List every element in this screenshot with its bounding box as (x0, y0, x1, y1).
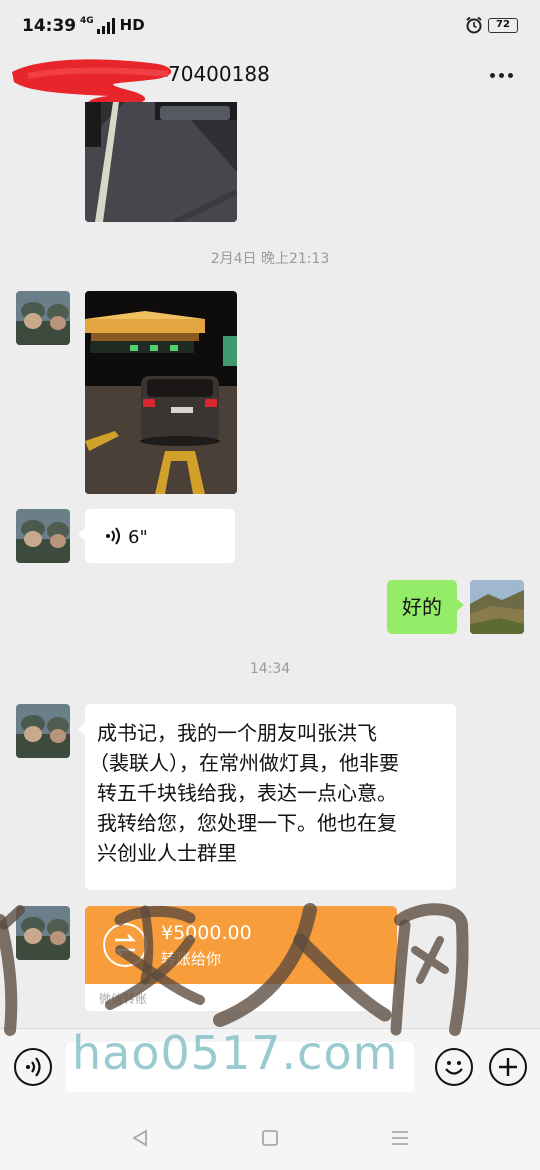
sent-message-text: 好的 (402, 595, 442, 619)
more-dot (498, 72, 504, 78)
message-line: 转五千块钱给我，表达一点心意。 (97, 781, 397, 805)
status-time: 14:39 (22, 16, 77, 36)
contact-name[interactable]: 70400188 (168, 62, 270, 86)
watermark-site: hao0517.com (72, 1026, 399, 1080)
more-functions-button[interactable] (489, 1048, 527, 1086)
voice-input-button[interactable] (14, 1048, 52, 1086)
system-nav-bar (0, 1108, 540, 1170)
transfer-amount: ¥5000.00 (161, 922, 252, 944)
photo-message-toll-station[interactable] (85, 291, 237, 494)
voice-message[interactable] (78, 509, 235, 563)
message-line: 兴创业人士群里 (97, 841, 237, 865)
message-line: （裴联人），在常州做灯具，他非要 (89, 751, 399, 775)
back-nav-icon[interactable] (130, 1128, 150, 1148)
transfer-note: 转账给你 (161, 950, 222, 968)
transfer-arrows-icon (103, 923, 147, 967)
photo-message-road[interactable] (85, 102, 237, 222)
more-dot (489, 72, 495, 78)
voice-wave-icon (106, 527, 120, 545)
sent-message[interactable]: 好的 (387, 580, 464, 634)
avatar[interactable] (16, 704, 70, 758)
received-text-message[interactable]: 成书记，我的一个朋友叫张洪飞 （裴联人），在常州做灯具，他非要 转五千块钱给我，… (78, 704, 456, 890)
status-bar: 14:39 4G HD 72 (0, 0, 540, 52)
voice-duration: 6" (128, 527, 148, 548)
emoji-icon (445, 1061, 463, 1075)
more-dot (507, 72, 513, 78)
alarm-icon (466, 16, 482, 34)
transfer-message[interactable]: ¥5000.00 转账给你 微信转账 (85, 906, 397, 1011)
message-line: 成书记，我的一个朋友叫张洪飞 (97, 721, 377, 745)
network-type: 4G (80, 16, 94, 26)
plus-icon (499, 1058, 517, 1076)
transfer-label: 微信转账 (99, 992, 148, 1006)
emoji-button[interactable] (435, 1048, 473, 1086)
avatar[interactable] (16, 509, 70, 563)
signal-indicator: 4G HD (80, 16, 145, 34)
voice-icon (26, 1057, 41, 1077)
my-avatar[interactable] (470, 580, 524, 634)
avatar[interactable] (16, 906, 70, 960)
recents-nav-icon[interactable] (390, 1128, 410, 1148)
avatar[interactable] (16, 291, 70, 345)
home-nav-icon[interactable] (260, 1128, 280, 1148)
more-button[interactable] (484, 60, 518, 90)
timestamp: 2月4日 晚上21:13 (210, 251, 330, 267)
message-line: 我转给您，您处理一下。他也在复 (97, 811, 397, 835)
signal-bars-icon (96, 18, 115, 34)
timestamp: 14:34 (249, 661, 291, 677)
battery-indicator: 72 (488, 18, 518, 33)
hd-label: HD (119, 16, 145, 34)
